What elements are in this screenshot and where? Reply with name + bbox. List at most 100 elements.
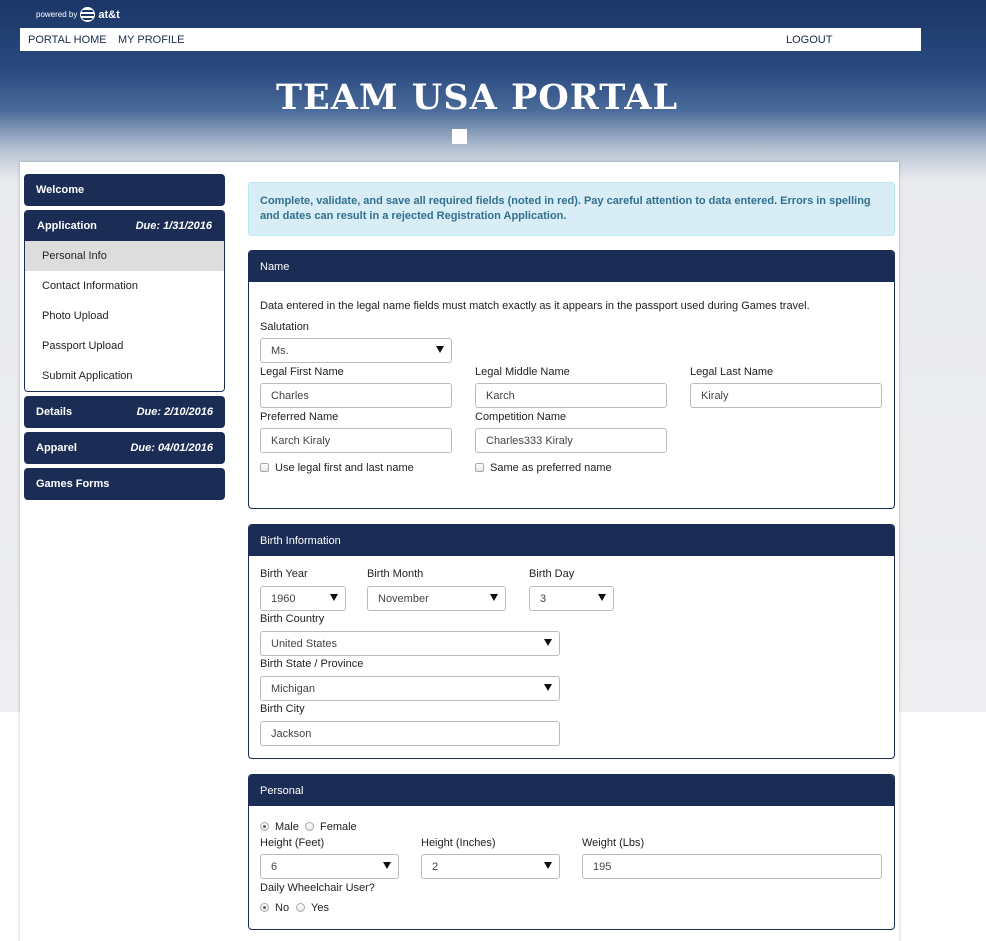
gender-male-label: Male bbox=[275, 821, 299, 833]
sidebar-subitem-personal-info[interactable]: Personal Info bbox=[25, 241, 224, 271]
sidebar-item-label: Games Forms bbox=[36, 478, 110, 490]
use-legal-name-checkbox[interactable] bbox=[260, 463, 269, 472]
nav-my-profile[interactable]: MY PROFILE bbox=[118, 34, 184, 46]
birth-month-select[interactable]: November bbox=[367, 586, 506, 611]
same-as-preferred-checkbox[interactable] bbox=[475, 463, 484, 472]
birth-state-select[interactable]: Michigan bbox=[260, 676, 560, 701]
salutation-label: Salutation bbox=[260, 321, 309, 333]
birth-country-label: Birth Country bbox=[260, 613, 325, 625]
caret-down-icon bbox=[544, 862, 552, 869]
main-content: Complete, validate, and save all require… bbox=[248, 182, 895, 941]
panel-title: Personal bbox=[249, 775, 894, 806]
sidebar-item-label: Welcome bbox=[36, 184, 85, 196]
competition-name-label: Competition Name bbox=[475, 411, 567, 423]
gender-female-label: Female bbox=[320, 821, 357, 833]
select-value: 1960 bbox=[271, 592, 296, 605]
legal-middle-name-input[interactable] bbox=[475, 383, 667, 408]
select-value: November bbox=[378, 592, 429, 605]
sidebar-item-label: Apparel bbox=[36, 442, 77, 454]
caret-down-icon bbox=[598, 594, 606, 601]
birth-day-label: Birth Day bbox=[529, 568, 575, 580]
wheelchair-yes-radio[interactable] bbox=[296, 903, 305, 912]
due-date: Due: 04/01/2016 bbox=[130, 442, 213, 454]
salutation-select[interactable]: Ms. bbox=[260, 338, 452, 363]
birth-month-label: Birth Month bbox=[367, 568, 424, 580]
wheelchair-no-label: No bbox=[275, 902, 290, 914]
caret-down-icon bbox=[383, 862, 391, 869]
name-panel: Name Data entered in the legal name fiel… bbox=[248, 250, 895, 509]
height-inches-select[interactable]: 2 bbox=[421, 854, 560, 879]
birth-panel-body: Birth Year 1960 Birth Month November Bir… bbox=[249, 556, 894, 758]
birth-country-select[interactable]: United States bbox=[260, 631, 560, 656]
att-logo-text: at&t bbox=[98, 8, 120, 21]
legal-middle-name-label: Legal Middle Name bbox=[475, 366, 570, 378]
legal-last-name-label: Legal Last Name bbox=[690, 366, 774, 378]
info-alert: Complete, validate, and save all require… bbox=[248, 182, 895, 236]
gender-female-radio[interactable] bbox=[305, 822, 314, 831]
personal-panel: Personal Male Female Height (Feet) 6 Hei… bbox=[248, 774, 895, 930]
legal-first-name-input[interactable] bbox=[260, 383, 452, 408]
sidebar-item-games-forms[interactable]: Games Forms bbox=[24, 468, 225, 500]
wheelchair-no-radio[interactable] bbox=[260, 903, 269, 912]
select-value: United States bbox=[271, 637, 338, 650]
select-value: Ms. bbox=[271, 344, 289, 357]
birth-info-panel: Birth Information Birth Year 1960 Birth … bbox=[248, 524, 895, 759]
wheelchair-yes-label: Yes bbox=[311, 902, 329, 914]
sidebar-item-details[interactable]: Details Due: 2/10/2016 bbox=[24, 396, 225, 428]
preferred-name-input[interactable] bbox=[260, 428, 452, 453]
gender-male-radio[interactable] bbox=[260, 822, 269, 831]
personal-panel-body: Male Female Height (Feet) 6 Height (Inch… bbox=[249, 806, 894, 929]
sidebar-item-label: Application bbox=[37, 220, 97, 232]
select-value: 6 bbox=[271, 860, 278, 873]
weight-input[interactable] bbox=[582, 854, 882, 879]
wheelchair-label: Daily Wheelchair User? bbox=[260, 882, 375, 894]
sidebar-subitem-passport-upload[interactable]: Passport Upload bbox=[25, 331, 224, 361]
height-feet-select[interactable]: 6 bbox=[260, 854, 399, 879]
birth-city-input[interactable] bbox=[260, 721, 560, 746]
sidebar-subitem-contact-information[interactable]: Contact Information bbox=[25, 271, 224, 301]
same-as-preferred-label: Same as preferred name bbox=[490, 462, 612, 474]
caret-down-icon bbox=[436, 346, 444, 353]
sidebar-group-application: Application Due: 1/31/2016 Personal Info… bbox=[24, 210, 225, 392]
birth-city-label: Birth City bbox=[260, 703, 305, 715]
select-value: 2 bbox=[432, 860, 439, 873]
panel-title: Name bbox=[249, 251, 894, 282]
page-title: TEAM USA PORTAL bbox=[276, 77, 679, 118]
caret-down-icon bbox=[490, 594, 498, 601]
sidebar-subitem-submit-application[interactable]: Submit Application bbox=[25, 361, 224, 391]
sidebar-item-apparel[interactable]: Apparel Due: 04/01/2016 bbox=[24, 432, 225, 464]
caret-down-icon bbox=[544, 639, 552, 646]
birth-day-select[interactable]: 3 bbox=[529, 586, 614, 611]
sidebar-item-application[interactable]: Application Due: 1/31/2016 bbox=[25, 211, 224, 241]
preferred-name-label: Preferred Name bbox=[260, 411, 339, 423]
due-date: Due: 1/31/2016 bbox=[135, 220, 212, 232]
sidebar-item-label: Details bbox=[36, 406, 73, 418]
birth-state-label: Birth State / Province bbox=[260, 658, 364, 670]
legal-name-note: Data entered in the legal name fields mu… bbox=[260, 300, 810, 312]
competition-name-input[interactable] bbox=[475, 428, 667, 453]
name-panel-body: Data entered in the legal name fields mu… bbox=[249, 282, 894, 508]
nav-logout[interactable]: LOGOUT bbox=[786, 34, 832, 46]
due-date: Due: 2/10/2016 bbox=[136, 406, 213, 418]
legal-last-name-input[interactable] bbox=[690, 383, 882, 408]
use-legal-name-label: Use legal first and last name bbox=[275, 462, 414, 474]
caret-down-icon bbox=[330, 594, 338, 601]
weight-label: Weight (Lbs) bbox=[582, 837, 645, 849]
birth-year-select[interactable]: 1960 bbox=[260, 586, 346, 611]
select-value: Michigan bbox=[271, 682, 316, 695]
panel-title: Birth Information bbox=[249, 525, 894, 556]
legal-first-name-label: Legal First Name bbox=[260, 366, 344, 378]
nav-portal-home[interactable]: PORTAL HOME bbox=[28, 34, 107, 46]
att-globe-icon bbox=[80, 7, 96, 22]
powered-by-text: powered by bbox=[36, 10, 78, 19]
select-value: 3 bbox=[540, 592, 547, 605]
powered-by-att: powered by at&t bbox=[36, 7, 120, 22]
top-nav-bar: PORTAL HOME MY PROFILE LOGOUT bbox=[20, 28, 921, 51]
sidebar-item-welcome[interactable]: Welcome bbox=[24, 174, 225, 206]
sidebar: Welcome Application Due: 1/31/2016 Perso… bbox=[24, 174, 225, 504]
sidebar-subitem-photo-upload[interactable]: Photo Upload bbox=[25, 301, 224, 331]
birth-year-label: Birth Year bbox=[260, 568, 308, 580]
caret-down-icon bbox=[544, 684, 552, 691]
height-inches-label: Height (Inches) bbox=[421, 837, 496, 849]
height-feet-label: Height (Feet) bbox=[260, 837, 325, 849]
